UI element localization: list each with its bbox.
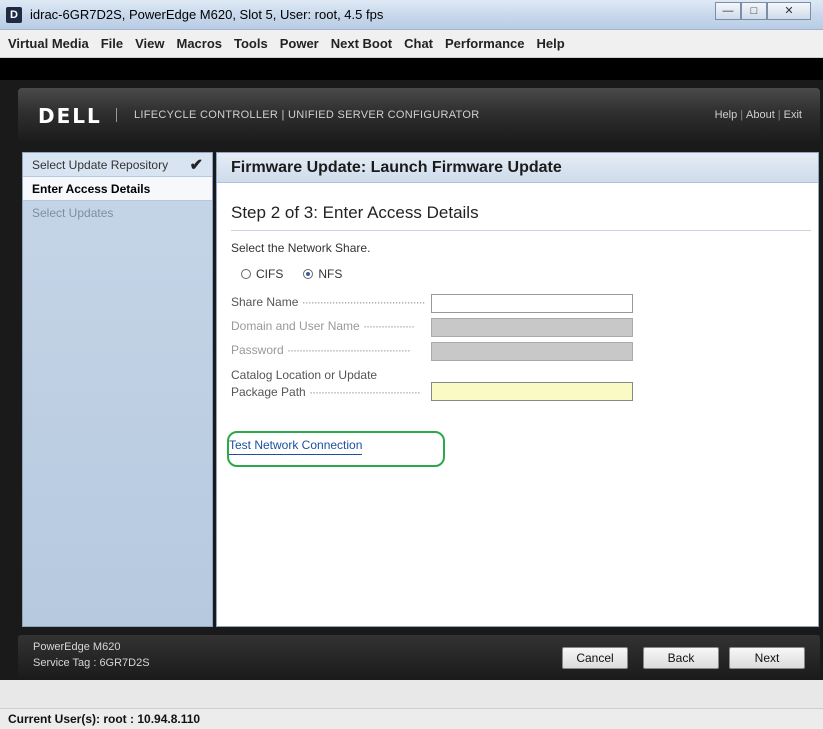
sidebar-item-label: Select Updates <box>32 206 114 220</box>
app-header: DELL LIFECYCLE CONTROLLER | UNIFIED SERV… <box>18 88 820 142</box>
catalog-label-line2: Package Path ···························… <box>231 385 431 399</box>
menu-chat[interactable]: Chat <box>398 36 439 51</box>
window-titlebar[interactable]: D idrac-6GR7D2S, PowerEdge M620, Slot 5,… <box>0 0 823 30</box>
sidebar-item-access-details[interactable]: Enter Access Details <box>23 177 212 201</box>
header-divider <box>116 108 117 122</box>
close-icon[interactable]: ✕ <box>767 2 811 20</box>
share-type-group: CIFS NFS <box>241 267 362 281</box>
console-border <box>0 58 823 80</box>
cifs-radio[interactable] <box>241 269 251 279</box>
window-controls: — □ ✕ <box>715 2 811 20</box>
domain-user-input <box>431 318 633 337</box>
cifs-label[interactable]: CIFS <box>256 267 283 281</box>
window-title: idrac-6GR7D2S, PowerEdge M620, Slot 5, U… <box>30 7 384 22</box>
minimize-icon[interactable]: — <box>715 2 741 20</box>
exit-link[interactable]: Exit <box>784 109 802 121</box>
menubar: Virtual Media File View Macros Tools Pow… <box>0 30 823 58</box>
wizard-sidebar: Select Update Repository ✔ Enter Access … <box>22 152 213 627</box>
current-users: Current User(s): root : 10.94.8.110 <box>8 712 201 726</box>
header-title: LIFECYCLE CONTROLLER | UNIFIED SERVER CO… <box>134 109 480 121</box>
share-name-label: Share Name ·····························… <box>231 295 431 309</box>
domain-user-label: Domain and User Name ················· <box>231 319 431 333</box>
next-button[interactable]: Next <box>729 647 805 669</box>
label-leader: ····································· <box>309 385 421 399</box>
password-label-text: Password <box>231 343 284 357</box>
maximize-icon[interactable]: □ <box>741 2 767 20</box>
nfs-radio[interactable] <box>303 269 314 279</box>
menu-virtual-media[interactable]: Virtual Media <box>0 36 95 51</box>
about-link[interactable]: About <box>746 109 775 121</box>
menu-view[interactable]: View <box>129 36 170 51</box>
link-divider: | <box>777 109 781 121</box>
divider <box>231 230 811 231</box>
sidebar-item-select-updates: Select Updates <box>23 201 212 225</box>
catalog-label-text: Package Path <box>231 385 306 399</box>
menu-next-boot[interactable]: Next Boot <box>325 36 398 51</box>
help-link[interactable]: Help <box>715 109 738 121</box>
cancel-button[interactable]: Cancel <box>562 647 628 669</box>
header-links: Help | About | Exit <box>715 109 802 121</box>
sidebar-item-select-repository[interactable]: Select Update Repository ✔ <box>23 153 212 177</box>
menu-help[interactable]: Help <box>531 36 571 51</box>
label-leader: ········································… <box>301 295 426 309</box>
link-divider: | <box>740 109 744 121</box>
dell-logo: DELL <box>38 104 102 128</box>
app-icon: D <box>6 7 22 23</box>
menu-macros[interactable]: Macros <box>170 36 228 51</box>
test-network-connection-link[interactable]: Test Network Connection <box>229 438 363 455</box>
menu-file[interactable]: File <box>95 36 129 51</box>
catalog-path-input[interactable] <box>431 382 633 401</box>
menu-tools[interactable]: Tools <box>228 36 274 51</box>
label-leader: ········································… <box>287 343 411 357</box>
password-label: Password ·······························… <box>231 343 431 357</box>
menu-performance[interactable]: Performance <box>439 36 530 51</box>
password-input <box>431 342 633 361</box>
server-model: PowerEdge M620 <box>33 641 121 653</box>
share-prompt: Select the Network Share. <box>231 241 371 255</box>
domain-user-label-text: Domain and User Name <box>231 319 360 333</box>
panel-header: Firmware Update: Launch Firmware Update <box>217 153 818 183</box>
sidebar-item-label: Select Update Repository <box>32 157 169 172</box>
status-bar: Current User(s): root : 10.94.8.110 <box>0 708 823 729</box>
step-title: Step 2 of 3: Enter Access Details <box>231 203 479 222</box>
share-name-label-text: Share Name <box>231 295 299 309</box>
app-footer: PowerEdge M620 Service Tag : 6GR7D2S Can… <box>18 635 820 679</box>
main-panel: Firmware Update: Launch Firmware Update … <box>216 152 819 627</box>
nfs-label[interactable]: NFS <box>318 267 342 281</box>
page-title: Firmware Update: Launch Firmware Update <box>231 158 562 176</box>
back-button[interactable]: Back <box>643 647 719 669</box>
catalog-label-line1: Catalog Location or Update <box>231 368 378 382</box>
menu-power[interactable]: Power <box>274 36 325 51</box>
service-tag: Service Tag : 6GR7D2S <box>33 657 150 669</box>
check-icon: ✔ <box>189 156 203 174</box>
sidebar-item-label: Enter Access Details <box>32 181 151 196</box>
label-leader: ················· <box>363 319 415 333</box>
share-name-input[interactable] <box>431 294 633 313</box>
